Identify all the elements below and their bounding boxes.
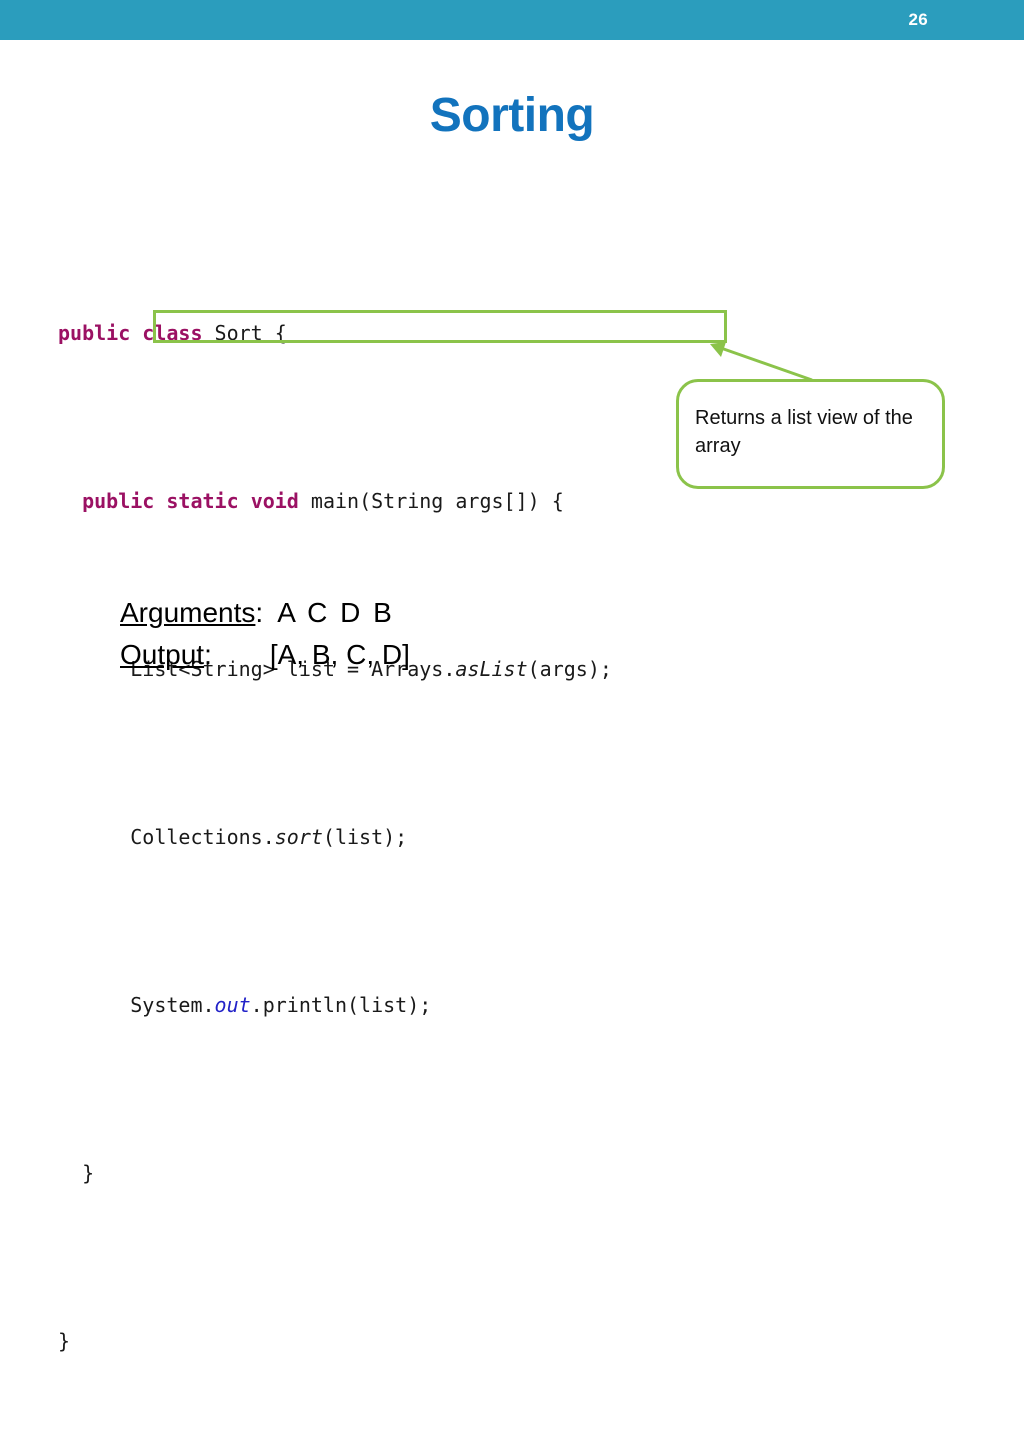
code-line-5-a: System. <box>130 993 215 1017</box>
code-space-3 <box>239 489 251 513</box>
output-row: Output: [A, B, C, D] <box>120 634 410 676</box>
arguments-label: Arguments <box>120 597 256 628</box>
code-line-4-c: (list); <box>322 825 408 849</box>
page-title: Sorting <box>429 89 595 142</box>
arguments-row: Arguments: A C D B <box>120 592 410 634</box>
page-number: 26 <box>908 10 928 29</box>
io-block: Arguments: A C D B Output: [A, B, C, D] <box>120 592 410 676</box>
callout-bubble: Returns a list view of the array <box>676 379 945 489</box>
code-closing-brace-outer: } <box>58 1329 71 1353</box>
code-method-aslist: asList <box>455 657 528 681</box>
arguments-value: A C D B <box>277 597 395 628</box>
code-line-5-c: .println(list); <box>250 993 432 1017</box>
code-closing-brace-inner: } <box>82 1161 95 1185</box>
code-keyword-public: public <box>58 321 131 345</box>
output-label: Output <box>120 639 205 670</box>
code-line-4: Collections.sort(list); <box>58 816 612 858</box>
code-line-2: public static void main(String args[]) { <box>58 480 612 522</box>
code-block: public class Sort { public static void m… <box>58 228 612 1446</box>
code-keyword-public-2: public <box>82 489 155 513</box>
code-line-4-a: Collections. <box>130 825 275 849</box>
slide: 26 Sorting public class Sort { public st… <box>0 0 1024 1353</box>
output-colon: : <box>204 639 212 670</box>
code-keyword-static: static <box>166 489 239 513</box>
code-line-7: } <box>58 1320 612 1362</box>
code-line-2-rest: main(String args[]) { <box>298 489 564 513</box>
callout-text: Returns a list view of the array <box>695 407 913 457</box>
code-line-5: System.out.println(list); <box>58 984 612 1026</box>
code-method-sort: sort <box>274 825 323 849</box>
arguments-colon: : <box>255 597 264 628</box>
code-highlight-box <box>153 310 727 343</box>
code-field-out: out <box>214 993 251 1017</box>
code-line-3-c: (args); <box>527 657 612 681</box>
code-keyword-void: void <box>250 489 299 513</box>
code-line-6: } <box>58 1152 612 1194</box>
output-value: [A, B, C, D] <box>269 639 410 670</box>
code-space-2 <box>154 489 166 513</box>
